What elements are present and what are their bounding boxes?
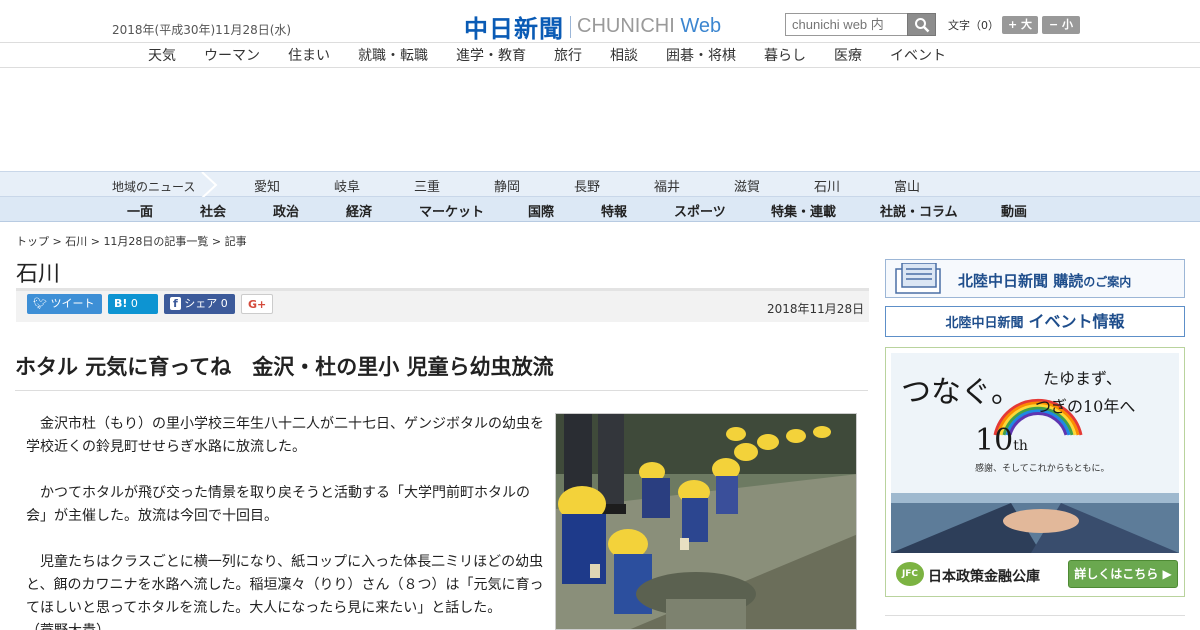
cat-item-front[interactable]: 一面	[127, 201, 153, 220]
hatena-icon: B!	[114, 297, 128, 310]
nav-item-jobs[interactable]: 就職・転職	[358, 45, 428, 65]
ad-visual: つなぐ。 たゆまず、 つぎの10年へ 10th 感謝、そしてこれからもともに。	[891, 353, 1179, 553]
nav-item-event[interactable]: イベント	[890, 45, 946, 65]
nav-item-consult[interactable]: 相談	[610, 45, 638, 65]
cat-item-video[interactable]: 動画	[1001, 201, 1027, 220]
ad-details-button[interactable]: 詳しくはこちら ▶	[1068, 560, 1178, 588]
nav-item-go-shogi[interactable]: 囲碁・将棋	[666, 45, 736, 65]
font-size-label: 文字（0）	[948, 19, 999, 32]
event-banner-strong: イベント情報	[1028, 312, 1125, 331]
region-item-toyama[interactable]: 富山	[894, 176, 920, 195]
share-bar: 🐦︎ ツイート B! 0 f シェア 0 G+	[16, 291, 869, 322]
article-headline: ホタル 元気に育ってね 金沢・杜の里小 児童ら幼虫放流	[15, 355, 554, 379]
facebook-icon: f	[170, 297, 181, 310]
article-paragraph: 金沢市杜（もり）の里小学校三年生八十二人が二十七日、ゲンジボタルの幼虫を学校近く…	[26, 416, 544, 455]
breadcrumb: トップ > 石川 > 11月28日の記事一覧 > 記事	[16, 233, 247, 249]
section-title: 石川	[16, 262, 61, 287]
font-decrease-button[interactable]: − 小	[1042, 16, 1080, 34]
breadcrumb-region[interactable]: 石川	[65, 235, 87, 248]
region-item-ishikawa[interactable]: 石川	[814, 176, 840, 195]
hatena-count: 0	[130, 297, 138, 310]
region-item-fukui[interactable]: 福井	[654, 176, 680, 195]
region-item-aichi[interactable]: 愛知	[254, 176, 280, 195]
breadcrumb-sep: >	[49, 235, 66, 248]
nav-item-weather[interactable]: 天気	[148, 45, 176, 65]
logo-separator	[570, 15, 571, 38]
nav-item-housing[interactable]: 住まい	[288, 45, 330, 65]
search-icon	[915, 18, 930, 33]
article-byline: （蓑野大貴）	[26, 620, 544, 630]
search-input[interactable]	[785, 13, 907, 36]
subscribe-banner-text: 北陸中日新聞 購読のご案内	[958, 272, 1132, 290]
ad-10th-mark: 10th	[975, 423, 1028, 458]
service-nav: 天気 ウーマン 住まい 就職・転職 進学・教育 旅行 相談 囲碁・将棋 暮らし …	[0, 43, 1200, 67]
ad-subline-2: つぎの10年へ	[1035, 397, 1136, 416]
jfc-logo: JFC	[896, 562, 924, 586]
tweet-button[interactable]: 🐦︎ ツイート	[27, 294, 102, 314]
ad-org-name: 日本政策金融公庫	[928, 569, 1040, 585]
breadcrumb-sep: >	[208, 235, 225, 248]
nav-item-living[interactable]: 暮らし	[764, 45, 806, 65]
google-plus-button[interactable]: G+	[241, 294, 273, 314]
region-item-shizuoka[interactable]: 静岡	[494, 176, 520, 195]
region-item-mie[interactable]: 三重	[414, 176, 440, 195]
top-ad-space	[0, 68, 1200, 171]
subscribe-banner[interactable]: 北陸中日新聞 購読のご案内	[885, 259, 1185, 298]
nav-item-medical[interactable]: 医療	[834, 45, 862, 65]
event-banner-title: 北陸中日新聞	[945, 316, 1024, 331]
cat-item-market[interactable]: マーケット	[419, 201, 484, 220]
region-label: 地域のニュース	[112, 180, 196, 194]
article-date: 2018年11月28日	[767, 302, 865, 316]
nav-item-woman[interactable]: ウーマン	[204, 45, 260, 65]
facebook-share-button[interactable]: f シェア 0	[164, 294, 235, 314]
chevron-right-icon	[201, 172, 218, 198]
cat-item-sports[interactable]: スポーツ	[674, 201, 726, 220]
region-item-gifu[interactable]: 岐阜	[334, 176, 360, 195]
ad-subline-1: たゆまず、	[1043, 369, 1122, 388]
nav-item-education[interactable]: 進学・教育	[456, 45, 526, 65]
cat-item-politics[interactable]: 政治	[273, 201, 299, 220]
headline-divider	[15, 390, 868, 391]
hatena-bookmark-button[interactable]: B! 0	[108, 294, 158, 314]
region-item-nagano[interactable]: 長野	[574, 176, 600, 195]
region-item-shiga[interactable]: 滋賀	[734, 176, 760, 195]
facebook-label: シェア	[184, 297, 218, 310]
sidebar-divider	[885, 615, 1185, 616]
breadcrumb-sep: >	[87, 235, 104, 248]
cat-item-society[interactable]: 社会	[200, 201, 226, 220]
children-releasing-fireflies-photo	[556, 414, 856, 629]
font-increase-button[interactable]: + 大	[1002, 16, 1038, 34]
newspaper-icon	[895, 263, 941, 294]
site-logo[interactable]: 中日新聞 CHUNICHI Web	[464, 9, 721, 44]
article-body: 金沢市杜（もり）の里小学校三年生八十二人が二十七日、ゲンジボタルの幼虫を学校近く…	[26, 413, 544, 630]
search-button[interactable]	[907, 13, 936, 36]
article-photo[interactable]	[555, 413, 857, 630]
cat-item-international[interactable]: 国際	[528, 201, 554, 220]
category-nav: 一面 社会 政治 経済 マーケット 国際 特報 スポーツ 特集・連載 社説・コラ…	[0, 197, 1200, 222]
tweet-label: ツイート	[50, 297, 95, 310]
breadcrumb-list[interactable]: 11月28日の記事一覧	[103, 235, 208, 248]
header-date: 2018年(平成30年)11月28日(水)	[112, 23, 292, 37]
twitter-icon: 🐦︎	[33, 297, 47, 310]
cat-item-economy[interactable]: 経済	[346, 201, 372, 220]
ad-headline: つなぐ。	[901, 375, 1021, 410]
facebook-count: 0	[220, 297, 228, 310]
breadcrumb-top[interactable]: トップ	[16, 235, 49, 248]
nav-item-travel[interactable]: 旅行	[554, 45, 582, 65]
cat-item-features[interactable]: 特集・連載	[771, 201, 836, 220]
logo-ja: 中日新聞	[464, 15, 564, 43]
breadcrumb-current: 記事	[224, 235, 247, 248]
region-bar: 地域のニュース 愛知 岐阜 三重 静岡 長野 福井 滋賀 石川 富山	[0, 171, 1200, 198]
article-paragraph: 児童たちはクラスごとに横一列になり、紙コップに入った体長二ミリほどの幼虫と、餌の…	[26, 554, 544, 616]
cat-item-editorial[interactable]: 社説・コラム	[880, 201, 958, 220]
article-paragraph: かつてホタルが飛び交った情景を取り戻そうと活動する「大学門前町ホタルの会」が主催…	[26, 485, 530, 524]
event-info-banner[interactable]: 北陸中日新聞 イベント情報	[885, 306, 1185, 337]
logo-en: CHUNICHI Web	[577, 15, 722, 37]
ad-tagline: 感謝、そしてこれからもともに。	[975, 464, 1110, 474]
cat-item-special-report[interactable]: 特報	[601, 201, 627, 220]
jfc-advertisement[interactable]: つなぐ。 たゆまず、 つぎの10年へ 10th 感謝、そしてこれからもともに。 …	[885, 347, 1185, 597]
